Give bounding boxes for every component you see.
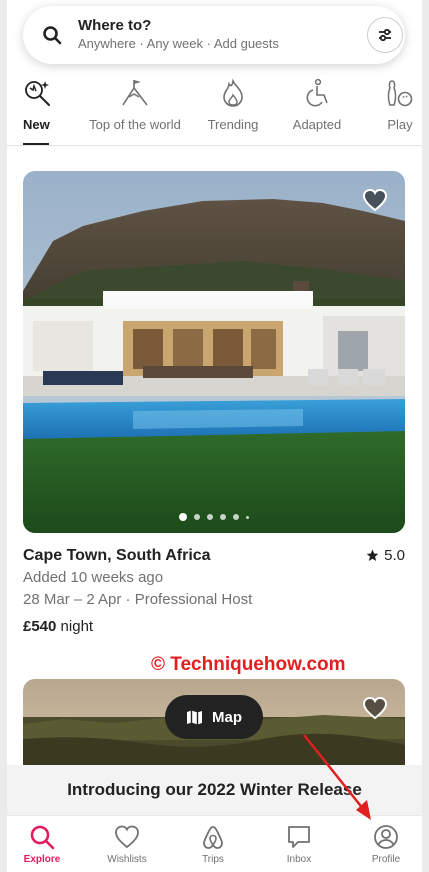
- category-bar: New Top of the world Trending Adapted Pl…: [7, 72, 422, 146]
- wishlist-heart-icon[interactable]: [362, 696, 388, 720]
- listing-dates-host: 28 Mar – 2 Apr · Professional Host: [23, 591, 253, 608]
- tab-explore[interactable]: Explore: [7, 824, 77, 865]
- listing-added: Added 10 weeks ago: [23, 569, 164, 586]
- message-icon: [288, 826, 310, 848]
- release-banner[interactable]: Introducing our 2022 Winter Release: [7, 765, 422, 815]
- pagination-dot: [207, 514, 213, 520]
- pagination-dot: [246, 515, 249, 519]
- category-top-of-the-world[interactable]: Top of the world: [87, 78, 183, 132]
- tab-label: Explore: [23, 854, 61, 865]
- tab-inbox[interactable]: Inbox: [264, 824, 334, 865]
- heart-icon: [115, 825, 139, 849]
- tab-profile[interactable]: Profile: [351, 824, 421, 865]
- bottom-tab-bar: Explore Wishlists Trips Inbox Profile: [7, 815, 422, 872]
- search-bar[interactable]: Where to? Anywhere · Any week · Add gues…: [23, 6, 405, 64]
- wishlist-heart-icon[interactable]: [362, 188, 388, 212]
- rating-value: 5.0: [384, 547, 405, 564]
- price-amount: £540: [23, 618, 57, 635]
- watermark: © Techniquehow.com: [151, 654, 346, 675]
- airbnb-logo-icon: [203, 826, 223, 849]
- listing-price: £540 night: [23, 618, 93, 635]
- filter-sliders-icon: [379, 28, 391, 42]
- listing-photo[interactable]: [23, 171, 405, 533]
- search-icon: [30, 825, 55, 850]
- tab-wishlists[interactable]: Wishlists: [92, 824, 162, 865]
- tab-label: Trips: [202, 854, 224, 865]
- tab-label: Inbox: [286, 854, 312, 865]
- search-icon: [43, 26, 62, 45]
- mountain-flag-icon: [122, 80, 148, 106]
- new-icon: [25, 81, 50, 106]
- filters-button[interactable]: [367, 17, 403, 53]
- tab-label: Profile: [371, 854, 401, 865]
- price-unit: night: [60, 618, 94, 635]
- bowling-icon: [387, 80, 413, 107]
- pagination-dot: [220, 514, 226, 520]
- category-trending[interactable]: Trending: [205, 78, 261, 132]
- wheelchair-icon: [306, 78, 328, 107]
- category-label: Play: [387, 117, 413, 132]
- category-label: Trending: [207, 117, 259, 132]
- category-label: Top of the world: [89, 117, 181, 132]
- category-label: Adapted: [292, 117, 342, 132]
- pagination-dot: [179, 513, 187, 521]
- active-category-indicator: [23, 143, 49, 145]
- tab-trips[interactable]: Trips: [178, 824, 248, 865]
- category-new[interactable]: New: [23, 78, 50, 132]
- listing-title[interactable]: Cape Town, South Africa: [23, 547, 211, 565]
- tab-label: Wishlists: [107, 854, 147, 865]
- map-button-label: Map: [212, 708, 242, 726]
- app-frame: Where to? Anywhere · Any week · Add gues…: [7, 0, 422, 872]
- photo-pagination: [23, 513, 405, 521]
- villa-photo: [23, 171, 405, 533]
- category-label: New: [23, 117, 50, 132]
- search-subtitle: Anywhere · Any week · Add guests: [78, 36, 279, 51]
- flame-icon: [223, 78, 243, 107]
- search-title: Where to?: [78, 17, 152, 34]
- category-adapted[interactable]: Adapted: [288, 78, 346, 132]
- search-text: Where to? Anywhere · Any week · Add gues…: [78, 17, 279, 53]
- category-play[interactable]: Play: [385, 78, 415, 132]
- map-icon: [187, 710, 202, 724]
- pagination-dot: [194, 514, 200, 520]
- star-icon: [366, 549, 379, 562]
- pagination-dot: [233, 514, 239, 520]
- profile-icon: [374, 825, 398, 849]
- listing-rating: 5.0: [366, 547, 405, 564]
- map-button[interactable]: Map: [165, 695, 263, 739]
